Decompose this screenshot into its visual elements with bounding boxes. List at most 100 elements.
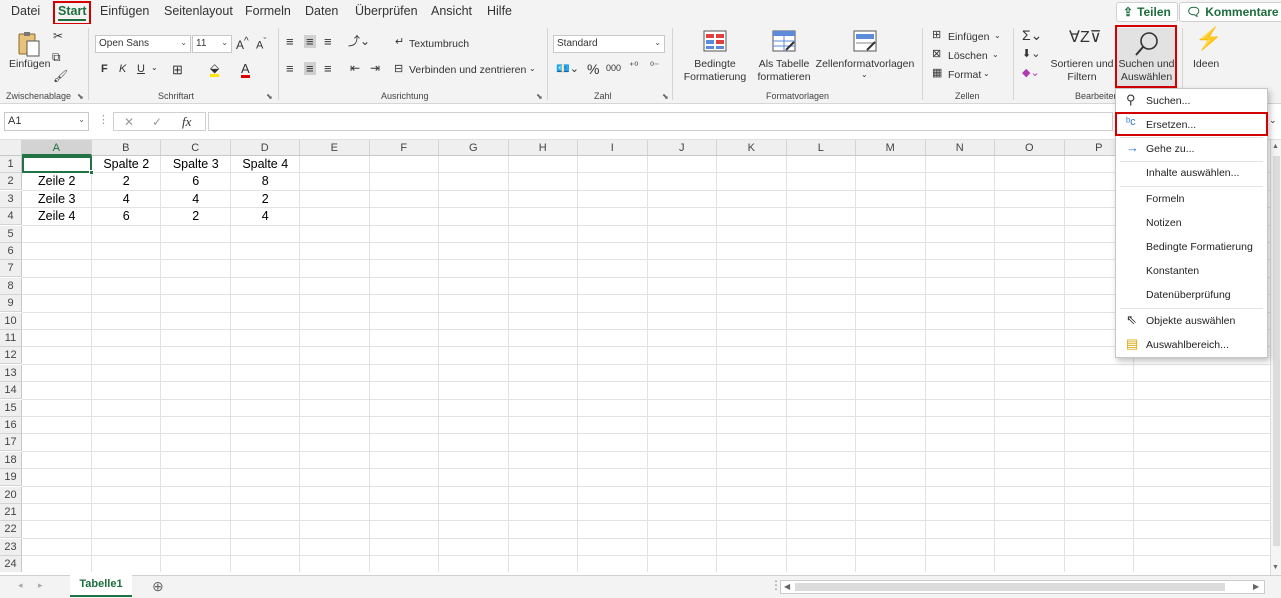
chevron-down-icon[interactable]: ⌄: [994, 32, 1001, 40]
column-header[interactable]: H: [508, 140, 578, 156]
cell-A4[interactable]: Zeile 4: [22, 208, 92, 225]
column-header[interactable]: E: [300, 140, 370, 156]
column-header[interactable]: J: [647, 140, 717, 156]
column-header[interactable]: O: [995, 140, 1065, 156]
vertical-scrollbar[interactable]: ▲ ▼: [1270, 140, 1281, 576]
row-header[interactable]: 11: [0, 330, 22, 347]
sheet-tab-tabelle1[interactable]: Tabelle1: [70, 575, 132, 597]
align-top-icon[interactable]: ≡: [286, 35, 294, 48]
chevron-down-icon[interactable]: ⌄: [529, 65, 536, 73]
tab-daten[interactable]: Daten: [305, 4, 338, 18]
share-button[interactable]: ⇪ Teilen: [1116, 2, 1178, 22]
row-header[interactable]: 18: [0, 451, 22, 469]
cell-A3[interactable]: Zeile 3: [22, 191, 92, 208]
underline-button[interactable]: U: [137, 64, 145, 75]
align-bottom-icon[interactable]: ≡: [324, 35, 332, 48]
name-box[interactable]: A1 ⌄: [4, 112, 89, 131]
column-header[interactable]: A: [22, 140, 92, 156]
decrease-decimal-icon[interactable]: ⁰⁻: [650, 62, 659, 72]
scroll-down-icon[interactable]: ▼: [1272, 564, 1279, 571]
percent-button[interactable]: %: [587, 62, 599, 76]
column-header[interactable]: G: [439, 140, 509, 156]
grow-font-icon[interactable]: A^: [236, 37, 249, 52]
chevron-down-icon[interactable]: ⌄: [861, 71, 868, 79]
column-header[interactable]: N: [925, 140, 995, 156]
tab-ansicht[interactable]: Ansicht: [431, 4, 472, 18]
chevron-down-icon[interactable]: ⌄: [983, 70, 990, 78]
row-header[interactable]: 24: [0, 556, 22, 572]
sort-filter-icon[interactable]: ⱯZ⊽: [1069, 30, 1101, 46]
align-middle-icon[interactable]: ≡: [304, 35, 316, 48]
cell-styles-label[interactable]: Zellenformatvorlagen: [815, 58, 915, 70]
scroll-right-icon[interactable]: ▶: [1253, 583, 1259, 591]
fill-icon[interactable]: ⬇⌄: [1022, 49, 1040, 60]
row-header[interactable]: 22: [0, 521, 22, 539]
menu-item-notizen[interactable]: Notizen: [1116, 212, 1267, 234]
ideas-icon[interactable]: ⚡: [1195, 28, 1222, 50]
cell-styles-icon[interactable]: [853, 30, 877, 52]
row-header[interactable]: 5: [0, 225, 22, 243]
conditional-formatting-label-2[interactable]: Formatierung: [674, 71, 756, 83]
menu-item-formeln[interactable]: Formeln: [1116, 188, 1267, 210]
font-name-combo[interactable]: Open Sans ⌄: [95, 35, 191, 53]
fill-color-icon[interactable]: ⬙: [210, 62, 220, 77]
row-header[interactable]: 8: [0, 277, 22, 295]
cell-C4[interactable]: 2: [161, 208, 231, 225]
select-all-corner[interactable]: [0, 140, 22, 156]
tab-formeln[interactable]: Formeln: [245, 4, 291, 18]
italic-button[interactable]: K: [119, 64, 126, 75]
row-header[interactable]: 17: [0, 434, 22, 452]
prev-sheet-icon[interactable]: ◂: [18, 581, 23, 590]
row-header[interactable]: 23: [0, 538, 22, 556]
font-launcher-icon[interactable]: ⬊: [266, 92, 273, 101]
format-as-table-label-1[interactable]: Als Tabelle: [750, 58, 818, 70]
thousands-button[interactable]: 000: [606, 64, 621, 73]
number-launcher-icon[interactable]: ⬊: [662, 92, 669, 101]
row-header[interactable]: 14: [0, 382, 22, 400]
alignment-launcher-icon[interactable]: ⬊: [536, 92, 543, 101]
cell-B2[interactable]: 2: [92, 173, 162, 190]
number-format-combo[interactable]: Standard ⌄: [553, 35, 665, 53]
tab-hilfe[interactable]: Hilfe: [487, 4, 512, 18]
column-header[interactable]: K: [717, 140, 787, 156]
copy-icon[interactable]: ⧉: [52, 51, 61, 63]
increase-decimal-icon[interactable]: ⁺⁰: [629, 62, 638, 72]
insert-cells-button[interactable]: Einfügen: [948, 31, 989, 43]
column-header[interactable]: M: [856, 140, 926, 156]
menu-item-inhalte-auswaehlen[interactable]: Inhalte auswählen...: [1116, 162, 1267, 184]
scroll-left-icon[interactable]: ◀: [784, 583, 790, 591]
menu-item-objekte-auswaehlen[interactable]: ⇖ Objekte auswählen: [1116, 310, 1267, 332]
row-header[interactable]: 4: [0, 208, 22, 226]
borders-icon[interactable]: ⊞: [172, 63, 183, 76]
sort-filter-label-2[interactable]: Filtern: [1056, 71, 1108, 83]
align-center-icon[interactable]: ≡: [304, 62, 316, 75]
row-header[interactable]: 2: [0, 173, 22, 191]
scroll-thumb[interactable]: [795, 583, 1225, 591]
menu-item-konstanten[interactable]: Konstanten: [1116, 260, 1267, 282]
row-header[interactable]: 12: [0, 347, 22, 365]
autosum-icon[interactable]: Σ⌄: [1022, 28, 1042, 42]
cell-D1[interactable]: Spalte 4: [231, 156, 301, 173]
column-header[interactable]: C: [161, 140, 231, 156]
cell-B3[interactable]: 4: [92, 191, 162, 208]
clear-icon[interactable]: ◆⌄: [1022, 68, 1040, 79]
cell-D3[interactable]: 2: [231, 191, 301, 208]
merge-center-button[interactable]: Verbinden und zentrieren: [409, 64, 526, 76]
cell-D2[interactable]: 8: [231, 173, 301, 190]
format-as-table-label-2[interactable]: formatieren: [750, 71, 818, 83]
insert-function-button[interactable]: fx: [182, 115, 191, 128]
comments-button[interactable]: 🗨 Kommentare: [1179, 2, 1281, 22]
currency-icon[interactable]: 💶⌄: [556, 64, 579, 75]
format-as-table-icon[interactable]: [772, 30, 796, 52]
cell-C1[interactable]: Spalte 3: [161, 156, 231, 173]
cut-icon[interactable]: ✂: [53, 30, 63, 42]
add-sheet-icon[interactable]: ⊕: [152, 579, 164, 593]
menu-item-bedingte-formatierung[interactable]: Bedingte Formatierung: [1116, 236, 1267, 258]
column-header[interactable]: I: [578, 140, 648, 156]
tab-start[interactable]: Start: [58, 4, 87, 21]
bold-button[interactable]: F: [101, 64, 108, 75]
row-header[interactable]: 13: [0, 364, 22, 382]
next-sheet-icon[interactable]: ▸: [38, 581, 43, 590]
fill-handle[interactable]: [88, 170, 94, 176]
column-header[interactable]: D: [230, 140, 300, 156]
